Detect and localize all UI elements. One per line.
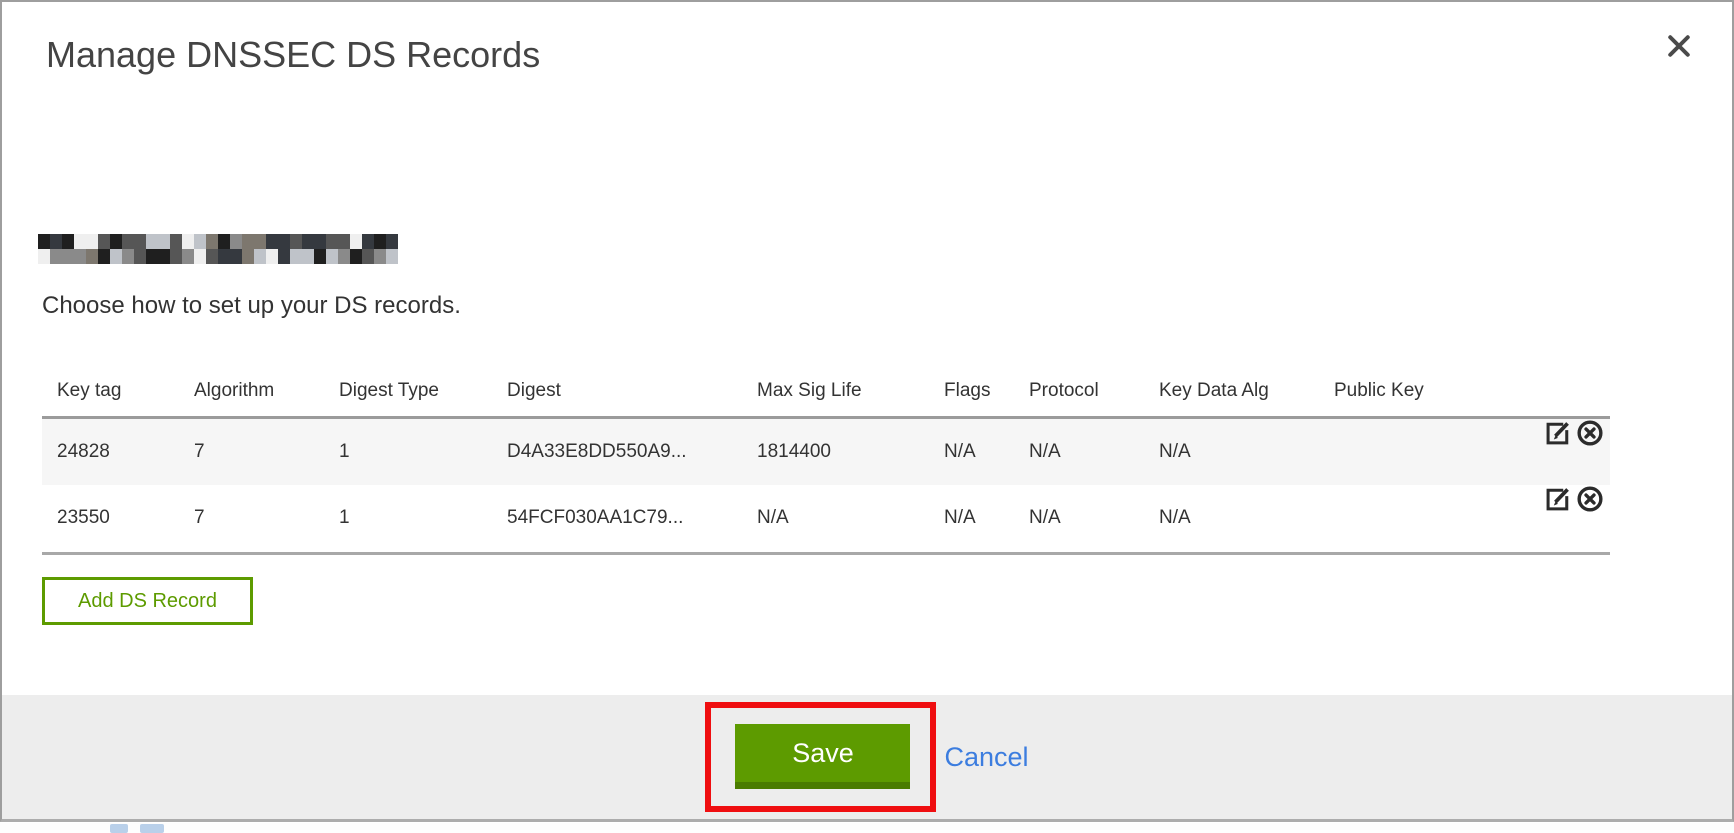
save-highlight-annotation: Save — [705, 702, 936, 812]
cell-digest: 54FCF030AA1C79... — [492, 485, 742, 553]
delete-record-button[interactable] — [1575, 485, 1604, 514]
cell-key-data-alg: N/A — [1144, 485, 1319, 553]
dialog-footer: Save Cancel — [2, 695, 1732, 819]
cell-max-sig-life: 1814400 — [742, 417, 929, 485]
edit-icon — [1544, 501, 1572, 516]
cell-digest-type: 1 — [324, 417, 492, 485]
cell-key-tag: 24828 — [42, 417, 179, 485]
col-header-flags: Flags — [929, 362, 1014, 417]
col-header-protocol: Protocol — [1014, 362, 1144, 417]
table-row: 23550 7 1 54FCF030AA1C79... N/A N/A N/A … — [42, 485, 1610, 553]
cell-key-tag: 23550 — [42, 485, 179, 553]
background-page-fragment — [110, 824, 128, 833]
intro-text: Choose how to set up your DS records. — [42, 292, 461, 320]
col-header-algorithm: Algorithm — [179, 362, 324, 417]
add-ds-record-button[interactable]: Add DS Record — [42, 577, 253, 625]
redacted-domain-name — [38, 234, 398, 264]
background-page-fragment — [140, 824, 164, 833]
ds-records-table: Key tag Algorithm Digest Type Digest Max… — [42, 362, 1610, 555]
delete-record-button[interactable] — [1575, 419, 1604, 448]
edit-record-button[interactable] — [1543, 485, 1572, 514]
cell-public-key — [1319, 485, 1515, 553]
col-header-key-tag: Key tag — [42, 362, 179, 417]
col-header-digest: Digest — [492, 362, 742, 417]
cell-flags: N/A — [929, 417, 1014, 485]
row-actions — [1515, 419, 1610, 448]
col-header-public-key: Public Key — [1319, 362, 1515, 417]
cell-digest-type: 1 — [324, 485, 492, 553]
save-button[interactable]: Save — [735, 724, 910, 789]
edit-icon — [1544, 435, 1572, 450]
cell-digest: D4A33E8DD550A9... — [492, 417, 742, 485]
table-header-row: Key tag Algorithm Digest Type Digest Max… — [42, 362, 1610, 417]
close-button[interactable] — [1662, 30, 1696, 64]
cell-algorithm: 7 — [179, 485, 324, 553]
close-icon — [1664, 49, 1694, 64]
dialog-title: Manage DNSSEC DS Records — [46, 34, 540, 76]
col-header-actions — [1515, 362, 1610, 417]
edit-record-button[interactable] — [1543, 419, 1572, 448]
col-header-max-sig-life: Max Sig Life — [742, 362, 929, 417]
col-header-digest-type: Digest Type — [324, 362, 492, 417]
delete-icon — [1576, 435, 1604, 450]
row-actions — [1515, 485, 1610, 514]
delete-icon — [1576, 501, 1604, 516]
cancel-link[interactable]: Cancel — [944, 742, 1028, 773]
table-row: 24828 7 1 D4A33E8DD550A9... 1814400 N/A … — [42, 417, 1610, 485]
cell-key-data-alg: N/A — [1144, 417, 1319, 485]
cell-flags: N/A — [929, 485, 1014, 553]
col-header-key-data-alg: Key Data Alg — [1144, 362, 1319, 417]
background-page-strip — [0, 823, 1734, 830]
manage-dnssec-dialog: Manage DNSSEC DS Records Choose how to s… — [0, 0, 1734, 822]
cell-protocol: N/A — [1014, 417, 1144, 485]
cell-public-key — [1319, 417, 1515, 485]
cell-max-sig-life: N/A — [742, 485, 929, 553]
cell-algorithm: 7 — [179, 417, 324, 485]
cell-protocol: N/A — [1014, 485, 1144, 553]
